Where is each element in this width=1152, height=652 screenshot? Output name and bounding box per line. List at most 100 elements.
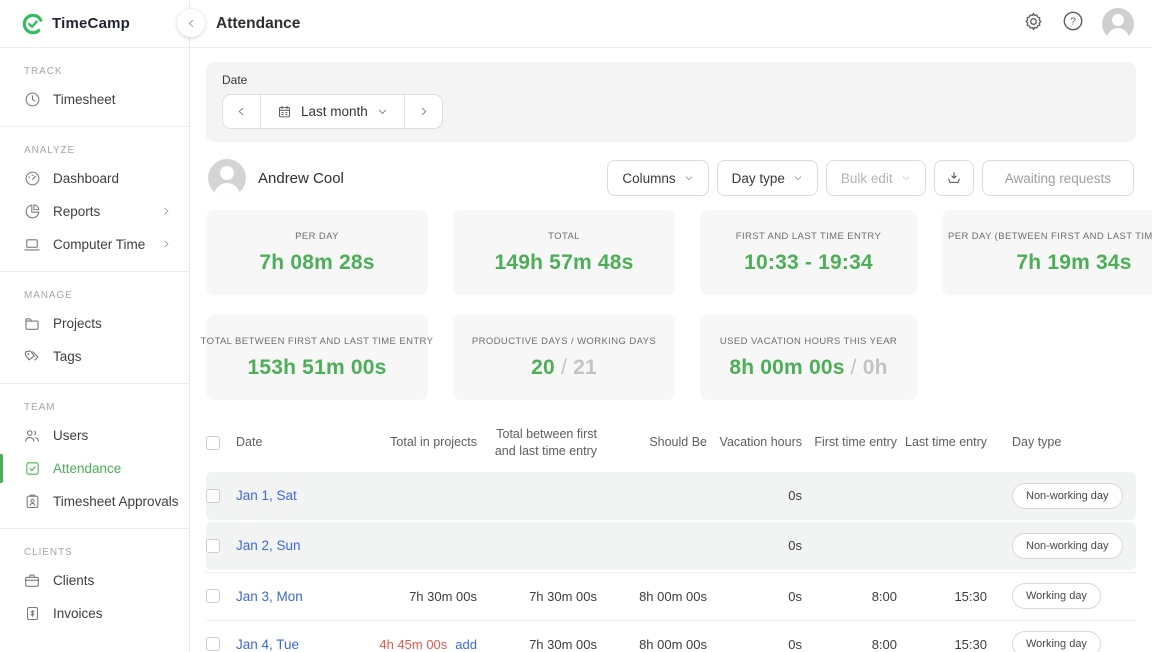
users-icon — [23, 427, 41, 445]
sidebar-item-label: Computer Time — [53, 237, 145, 252]
col-header-first-time-entry: First time entry — [802, 434, 897, 451]
next-period-button[interactable] — [404, 95, 442, 128]
stat-used-vacation: USED VACATION HOURS THIS YEAR 8h 00m 00s… — [700, 315, 917, 400]
sidebar-item-tags[interactable]: Tags — [0, 340, 189, 373]
cell-vacation-hours: 0s — [707, 589, 802, 604]
cell-last-time-entry: 15:30 — [897, 589, 987, 604]
app-window: TimeCamp TRACK Timesheet ANALYZE Dashboa… — [0, 0, 1152, 652]
sidebar-item-label: Projects — [53, 316, 102, 331]
cell-should-be: 8h 00m 00s — [597, 637, 707, 652]
date-link[interactable]: Jan 3, Mon — [236, 589, 362, 604]
date-link[interactable]: Jan 4, Tue — [236, 637, 362, 652]
sidebar-item-attendance[interactable]: Attendance — [0, 452, 189, 485]
sidebar-item-label: Invoices — [53, 606, 103, 621]
brand-name: TimeCamp — [52, 15, 130, 32]
section-label-clients: CLIENTS — [0, 545, 189, 564]
day-type-dropdown[interactable]: Day type — [717, 160, 818, 196]
sidebar-item-timesheet[interactable]: Timesheet — [0, 83, 189, 116]
stat-label: TOTAL — [548, 231, 580, 242]
day-type-label: Day type — [732, 171, 785, 186]
stats-row-2: TOTAL BETWEEN FIRST AND LAST TIME ENTRY … — [206, 315, 1136, 400]
sidebar-item-label: Users — [53, 428, 88, 443]
bulk-edit-dropdown[interactable]: Bulk edit — [826, 160, 926, 196]
brand-logo[interactable]: TimeCamp — [0, 0, 189, 48]
sidebar-item-label: Tags — [53, 349, 82, 364]
date-range-value: Last month — [301, 104, 368, 119]
sidebar-item-reports[interactable]: Reports — [0, 195, 189, 228]
pie-chart-icon — [23, 203, 41, 221]
stat-label: PRODUCTIVE DAYS / WORKING DAYS — [472, 336, 656, 347]
section-label-track: TRACK — [0, 64, 189, 83]
table-row: Jan 2, Sun 0s Non-working day — [206, 522, 1136, 570]
help-icon[interactable]: ? — [1062, 10, 1084, 37]
col-header-day-type: Day type — [987, 434, 1136, 451]
stat-value: 10:33 - 19:34 — [744, 251, 873, 275]
sidebar-item-invoices[interactable]: Invoices — [0, 597, 189, 630]
stat-label: TOTAL BETWEEN FIRST AND LAST TIME ENTRY — [201, 336, 434, 347]
stat-label: PER DAY (BETWEEN FIRST AND LAST TIME ENT… — [948, 231, 1152, 242]
sidebar-item-computer-time[interactable]: Computer Time — [0, 228, 189, 261]
awaiting-requests-label: Awaiting requests — [1005, 171, 1111, 186]
day-type-badge[interactable]: Non-working day — [1012, 533, 1123, 559]
prev-period-button[interactable] — [223, 95, 260, 128]
content-area: Date Last month — [190, 48, 1152, 652]
date-range-control: Last month — [222, 94, 443, 129]
cell-vacation-hours: 0s — [707, 488, 802, 503]
columns-dropdown[interactable]: Columns — [607, 160, 708, 196]
col-header-date: Date — [236, 434, 362, 451]
stat-value: 153h 51m 00s — [247, 356, 386, 380]
cell-should-be: 8h 00m 00s — [597, 589, 707, 604]
stat-total-between: TOTAL BETWEEN FIRST AND LAST TIME ENTRY … — [206, 315, 428, 400]
select-all-checkbox[interactable] — [206, 436, 220, 450]
sidebar-item-label: Timesheet Approvals — [53, 494, 179, 509]
add-time-link[interactable]: add — [455, 637, 477, 652]
sidebar-item-clients[interactable]: Clients — [0, 564, 189, 597]
col-header-total-between: Total between first and last time entry — [477, 426, 597, 460]
cell-total-between: 7h 30m 00s — [477, 589, 597, 604]
stat-value: 7h 08m 28s — [259, 251, 374, 275]
date-filter-label: Date — [222, 73, 1120, 87]
sidebar-item-users[interactable]: Users — [0, 419, 189, 452]
stat-label: FIRST AND LAST TIME ENTRY — [736, 231, 882, 242]
cell-vacation-hours: 0s — [707, 637, 802, 652]
date-range-dropdown[interactable]: Last month — [260, 95, 404, 128]
export-button[interactable] — [934, 160, 974, 196]
user-avatar[interactable] — [1102, 8, 1134, 40]
sidebar-collapse-button[interactable] — [177, 9, 205, 37]
date-link[interactable]: Jan 1, Sat — [236, 488, 362, 503]
columns-label: Columns — [622, 171, 675, 186]
day-type-badge[interactable]: Working day — [1012, 631, 1101, 652]
clipboard-person-icon — [23, 493, 41, 511]
cell-first-time-entry: 8:00 — [802, 589, 897, 604]
sidebar-item-dashboard[interactable]: Dashboard — [0, 162, 189, 195]
chevron-right-icon — [161, 237, 171, 252]
row-checkbox[interactable] — [206, 539, 220, 553]
day-type-badge[interactable]: Working day — [1012, 583, 1101, 609]
table-row: Jan 4, Tue 4h 45m 00s add 7h 30m 00s 8h … — [206, 620, 1136, 652]
row-checkbox[interactable] — [206, 489, 220, 503]
folder-icon — [23, 315, 41, 333]
sidebar-item-projects[interactable]: Projects — [0, 307, 189, 340]
cell-total-in-projects: 7h 30m 00s — [362, 589, 477, 604]
row-checkbox[interactable] — [206, 589, 220, 603]
invoice-icon — [23, 605, 41, 623]
sidebar-item-label: Dashboard — [53, 171, 119, 186]
sidebar-section-track: TRACK Timesheet — [0, 48, 189, 126]
stat-value: 7h 19m 34s — [1016, 251, 1131, 275]
day-type-badge[interactable]: Non-working day — [1012, 483, 1123, 509]
date-link[interactable]: Jan 2, Sun — [236, 538, 362, 553]
sidebar-item-timesheet-approvals[interactable]: Timesheet Approvals — [0, 485, 189, 518]
stat-value: 8h 00m 00s / 0h — [729, 356, 887, 380]
awaiting-requests-button[interactable]: Awaiting requests — [982, 160, 1134, 196]
main-area: Attendance ? Date — [190, 0, 1152, 652]
stats-row-1: PER DAY 7h 08m 28s TOTAL 149h 57m 48s FI… — [206, 210, 1136, 295]
table-row: Jan 3, Mon 7h 30m 00s 7h 30m 00s 8h 00m … — [206, 572, 1136, 620]
row-checkbox[interactable] — [206, 637, 220, 651]
stat-per-day-between: PER DAY (BETWEEN FIRST AND LAST TIME ENT… — [942, 210, 1152, 295]
settings-gear-icon[interactable] — [1023, 11, 1044, 37]
employee-avatar — [208, 159, 246, 197]
chevron-down-icon — [793, 173, 803, 183]
stat-first-last-entry: FIRST AND LAST TIME ENTRY 10:33 - 19:34 — [700, 210, 917, 295]
stat-value: 20 / 21 — [531, 356, 597, 380]
cell-vacation-hours: 0s — [707, 538, 802, 553]
